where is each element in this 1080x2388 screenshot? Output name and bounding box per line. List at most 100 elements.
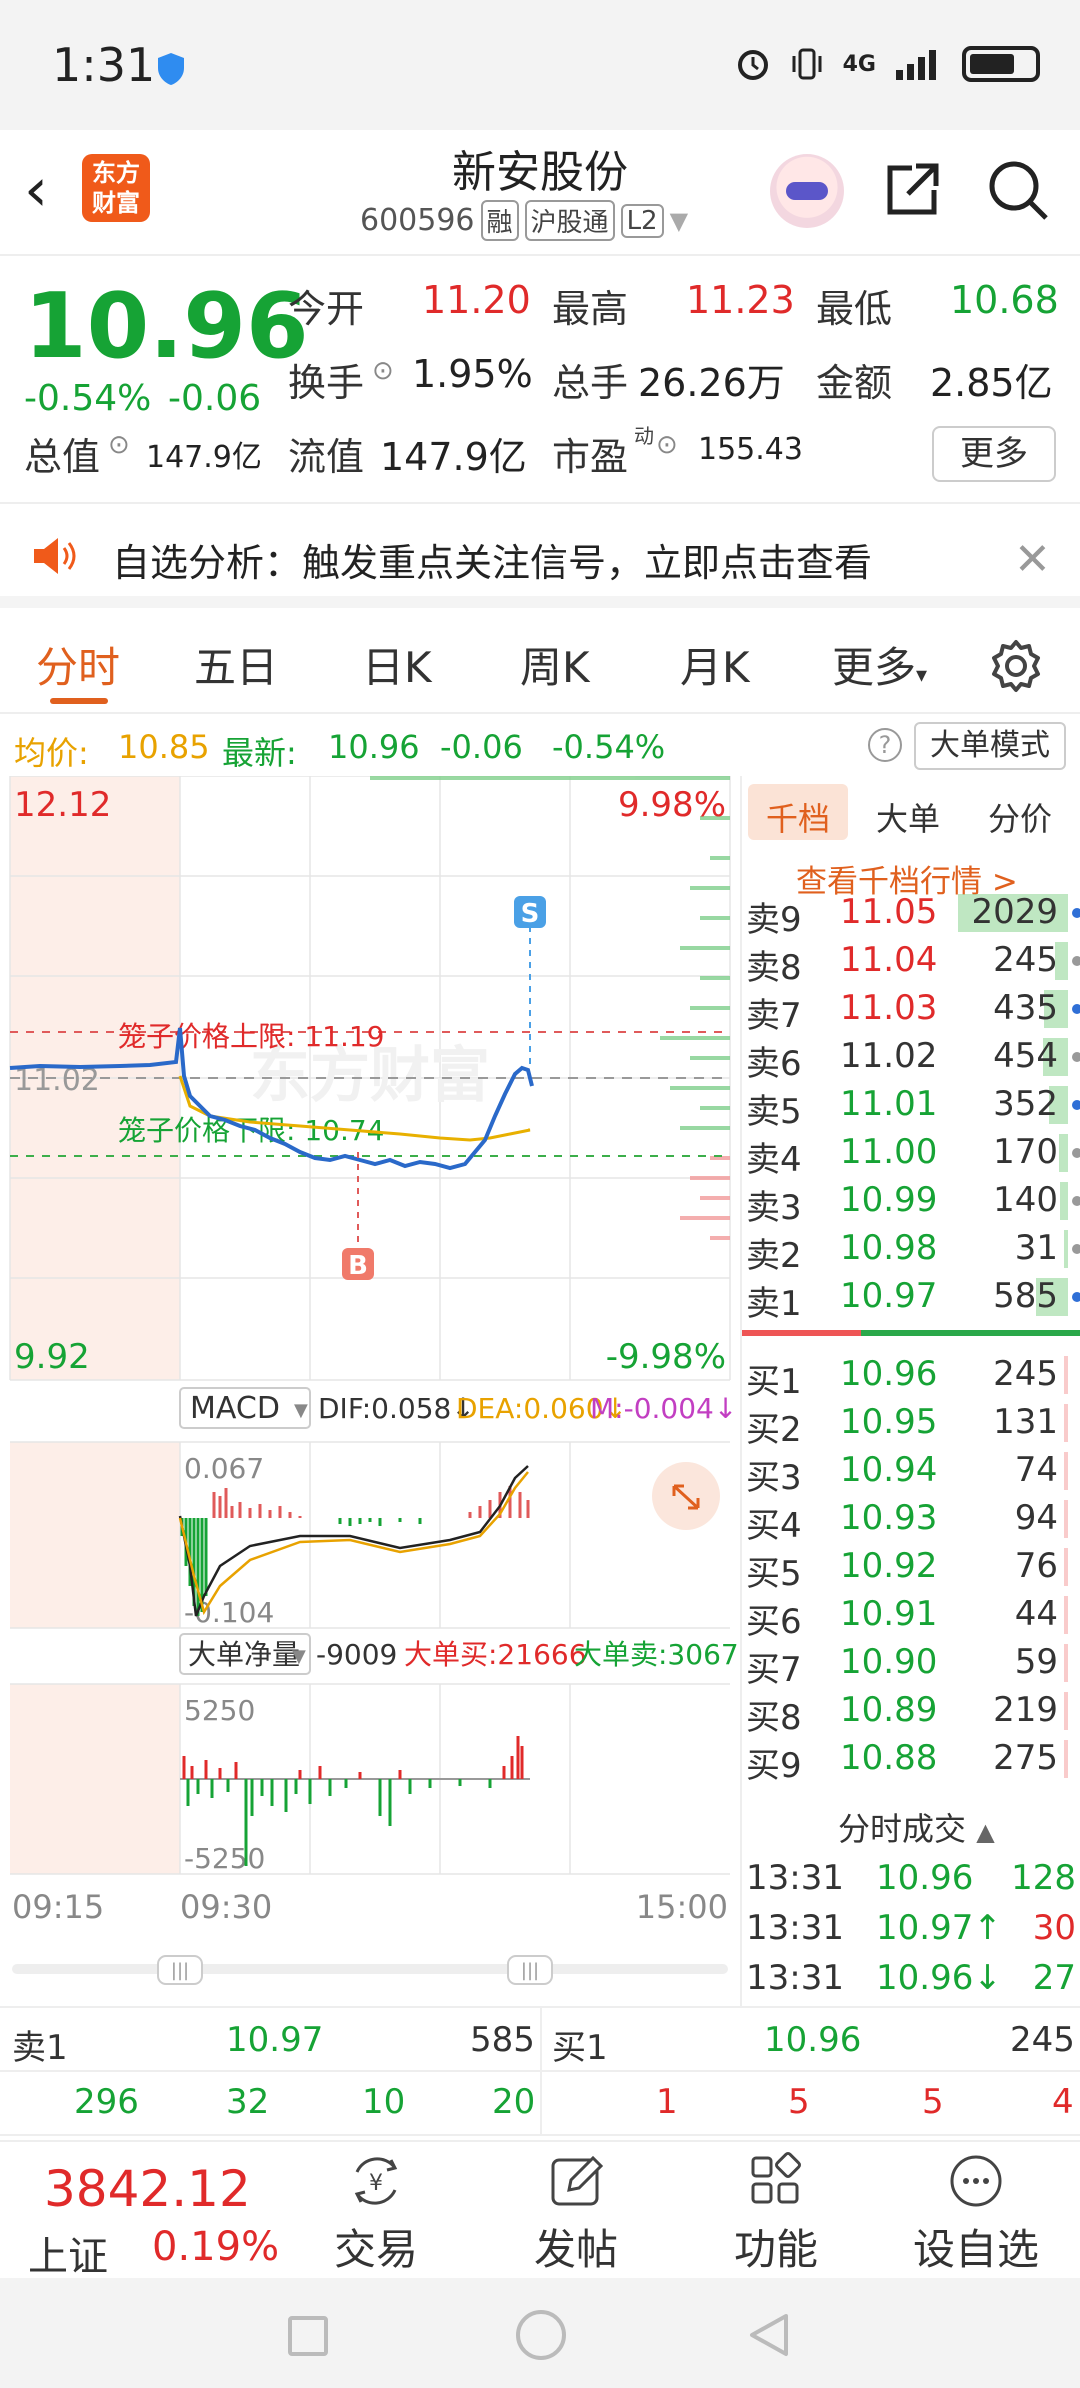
- pct-axis-bottom-label: -9.98%: [606, 1337, 726, 1377]
- nav-trade[interactable]: ¥ 交易: [306, 2150, 446, 2277]
- home-icon[interactable]: [516, 2310, 566, 2360]
- ask-price: 11.02: [840, 1036, 938, 1076]
- tick-row: 13:31 10.97↑ 30: [742, 1904, 1080, 1952]
- nav-functions[interactable]: 功能: [706, 2150, 846, 2277]
- bid-level-label: 买8: [746, 1698, 802, 1738]
- chevron-down-icon: ▼: [292, 1646, 306, 1667]
- connect-tag: 沪股通: [524, 200, 615, 241]
- bid-row[interactable]: 买2 10.95 131: [742, 1398, 1080, 1450]
- change-amount: -0.06: [168, 378, 262, 419]
- tab-big-order[interactable]: 大单: [876, 794, 940, 840]
- alert-banner[interactable]: 自选分析：触发重点关注信号，立即点击查看 ✕: [0, 506, 1080, 608]
- ask-row[interactable]: 卖4 11.00 170: [742, 1128, 1080, 1180]
- ask-volume-bar: [1058, 1134, 1068, 1172]
- y-axis-top-label: 12.12: [14, 785, 111, 825]
- mcap-label: 总值: [24, 435, 101, 479]
- share-icon[interactable]: [882, 160, 942, 220]
- bid-row[interactable]: 买5 10.92 76: [742, 1542, 1080, 1594]
- intraday-chart[interactable]: 12.12 9.98% 9.92 -9.98% 东方财富 11.02 笼子价格上…: [0, 776, 740, 2006]
- bid-row[interactable]: 买3 10.94 74: [742, 1446, 1080, 1498]
- bid-level-label: 买3: [746, 1458, 802, 1498]
- ask-volume: 352: [993, 1084, 1058, 1124]
- help-icon[interactable]: ?: [868, 728, 902, 762]
- close-icon[interactable]: ✕: [1014, 534, 1051, 585]
- ask-row[interactable]: 卖6 11.02 454: [742, 1032, 1080, 1084]
- tab-price-split[interactable]: 分价: [988, 794, 1052, 840]
- level1-bid-detail: 1: [656, 2082, 678, 2122]
- bid-level-label: 买4: [746, 1506, 802, 1546]
- macd-top-label: 0.067: [184, 1452, 264, 1485]
- ask-row[interactable]: 卖8 11.04 245: [742, 936, 1080, 988]
- search-icon[interactable]: [986, 158, 1050, 222]
- order-dot-icon: [1072, 1292, 1080, 1302]
- bid-volume: 59: [1014, 1642, 1058, 1682]
- level1-ask-detail: 32: [226, 2082, 270, 2122]
- big-order-mode-button[interactable]: 大单模式: [914, 722, 1066, 770]
- back-triangle-icon[interactable]: [746, 2312, 792, 2358]
- ask-row[interactable]: 卖5 11.01 352: [742, 1080, 1080, 1132]
- margin-tag: 融: [480, 200, 519, 241]
- avg-label: 均价:: [14, 734, 89, 772]
- tick-price: 10.97↑: [876, 1908, 1002, 1948]
- bid-price: 10.91: [840, 1594, 938, 1634]
- vibrate-icon: [792, 48, 822, 80]
- macd-dif: DIF:0.058↓: [318, 1392, 475, 1425]
- tick-row: 13:31 10.96 128: [742, 1854, 1080, 1902]
- last-percent: -0.54%: [552, 728, 666, 766]
- bid-row[interactable]: 买7 10.90 59: [742, 1638, 1080, 1690]
- tab-more[interactable]: 更多▾: [832, 634, 927, 695]
- tab-depth[interactable]: 千档: [766, 794, 830, 840]
- tab-weekly-k[interactable]: 周K: [520, 634, 590, 695]
- nav-post[interactable]: 发帖: [506, 2150, 646, 2277]
- flow-bottom-label: -5250: [184, 1842, 265, 1875]
- more-button[interactable]: 更多: [932, 426, 1056, 482]
- assistant-avatar[interactable]: [770, 154, 844, 228]
- order-dot-icon: [1072, 1196, 1080, 1206]
- pct-axis-top-label: 9.98%: [618, 785, 726, 825]
- svg-text:S: S: [521, 899, 540, 929]
- range-slider-track[interactable]: [12, 1964, 728, 1974]
- info-icon[interactable]: ⊙: [656, 430, 678, 460]
- tab-five-day[interactable]: 五日: [194, 634, 278, 695]
- tab-daily-k[interactable]: 日K: [362, 634, 432, 695]
- ticks-title[interactable]: 分时成交 ▲: [838, 1804, 995, 1850]
- bid-row[interactable]: 买6 10.91 44: [742, 1590, 1080, 1642]
- bid-row[interactable]: 买1 10.96 245: [742, 1350, 1080, 1402]
- tab-monthly-k[interactable]: 月K: [680, 634, 750, 695]
- bid-row[interactable]: 买9 10.88 275: [742, 1734, 1080, 1786]
- recents-icon[interactable]: [288, 2316, 328, 2356]
- level1-bid-detail: 5: [788, 2082, 810, 2122]
- ask-row[interactable]: 卖9 11.05 2029: [742, 888, 1080, 940]
- bid-level-label: 买5: [746, 1554, 802, 1594]
- ask-volume: 170: [993, 1132, 1058, 1172]
- gear-icon[interactable]: [988, 638, 1044, 694]
- speaker-icon: [34, 538, 76, 574]
- bid-row[interactable]: 买4 10.93 94: [742, 1494, 1080, 1546]
- bid-volume-bar: [1064, 1596, 1068, 1634]
- stock-header: ‹ 东方 财富 新安股份 600596 融 沪股通 L2 ▼: [0, 130, 1080, 256]
- ask-level-label: 卖4: [746, 1140, 802, 1180]
- bid-volume-bar: [1064, 1740, 1068, 1778]
- ask-row[interactable]: 卖7 11.03 435: [742, 984, 1080, 1036]
- bid-price: 10.88: [840, 1738, 938, 1778]
- nav-add-watchlist[interactable]: 设自选: [906, 2150, 1046, 2277]
- ask-row[interactable]: 卖2 10.98 31: [742, 1224, 1080, 1276]
- float-label: 流值: [288, 435, 365, 479]
- ask-row[interactable]: 卖3 10.99 140: [742, 1176, 1080, 1228]
- ask-level-label: 卖6: [746, 1044, 802, 1084]
- ask-volume: 435: [993, 988, 1058, 1028]
- stock-meta[interactable]: 600596 融 沪股通 L2 ▼: [360, 200, 688, 241]
- bid-volume-bar: [1064, 1452, 1068, 1490]
- bid-level-label: 买2: [746, 1410, 802, 1450]
- ask-price: 11.00: [840, 1132, 938, 1172]
- ask-price: 10.97: [840, 1276, 938, 1316]
- low-value: 10.68: [950, 278, 1059, 322]
- bid-level-label: 买6: [746, 1602, 802, 1642]
- tab-intraday[interactable]: 分时: [36, 634, 120, 695]
- bid-volume: 76: [1014, 1546, 1058, 1586]
- info-icon[interactable]: ⊙: [372, 356, 394, 386]
- tick-volume: 128: [1011, 1858, 1076, 1898]
- bid-row[interactable]: 买8 10.89 219: [742, 1686, 1080, 1738]
- ask-row[interactable]: 卖1 10.97 585: [742, 1272, 1080, 1324]
- info-icon[interactable]: ⊙: [108, 430, 130, 460]
